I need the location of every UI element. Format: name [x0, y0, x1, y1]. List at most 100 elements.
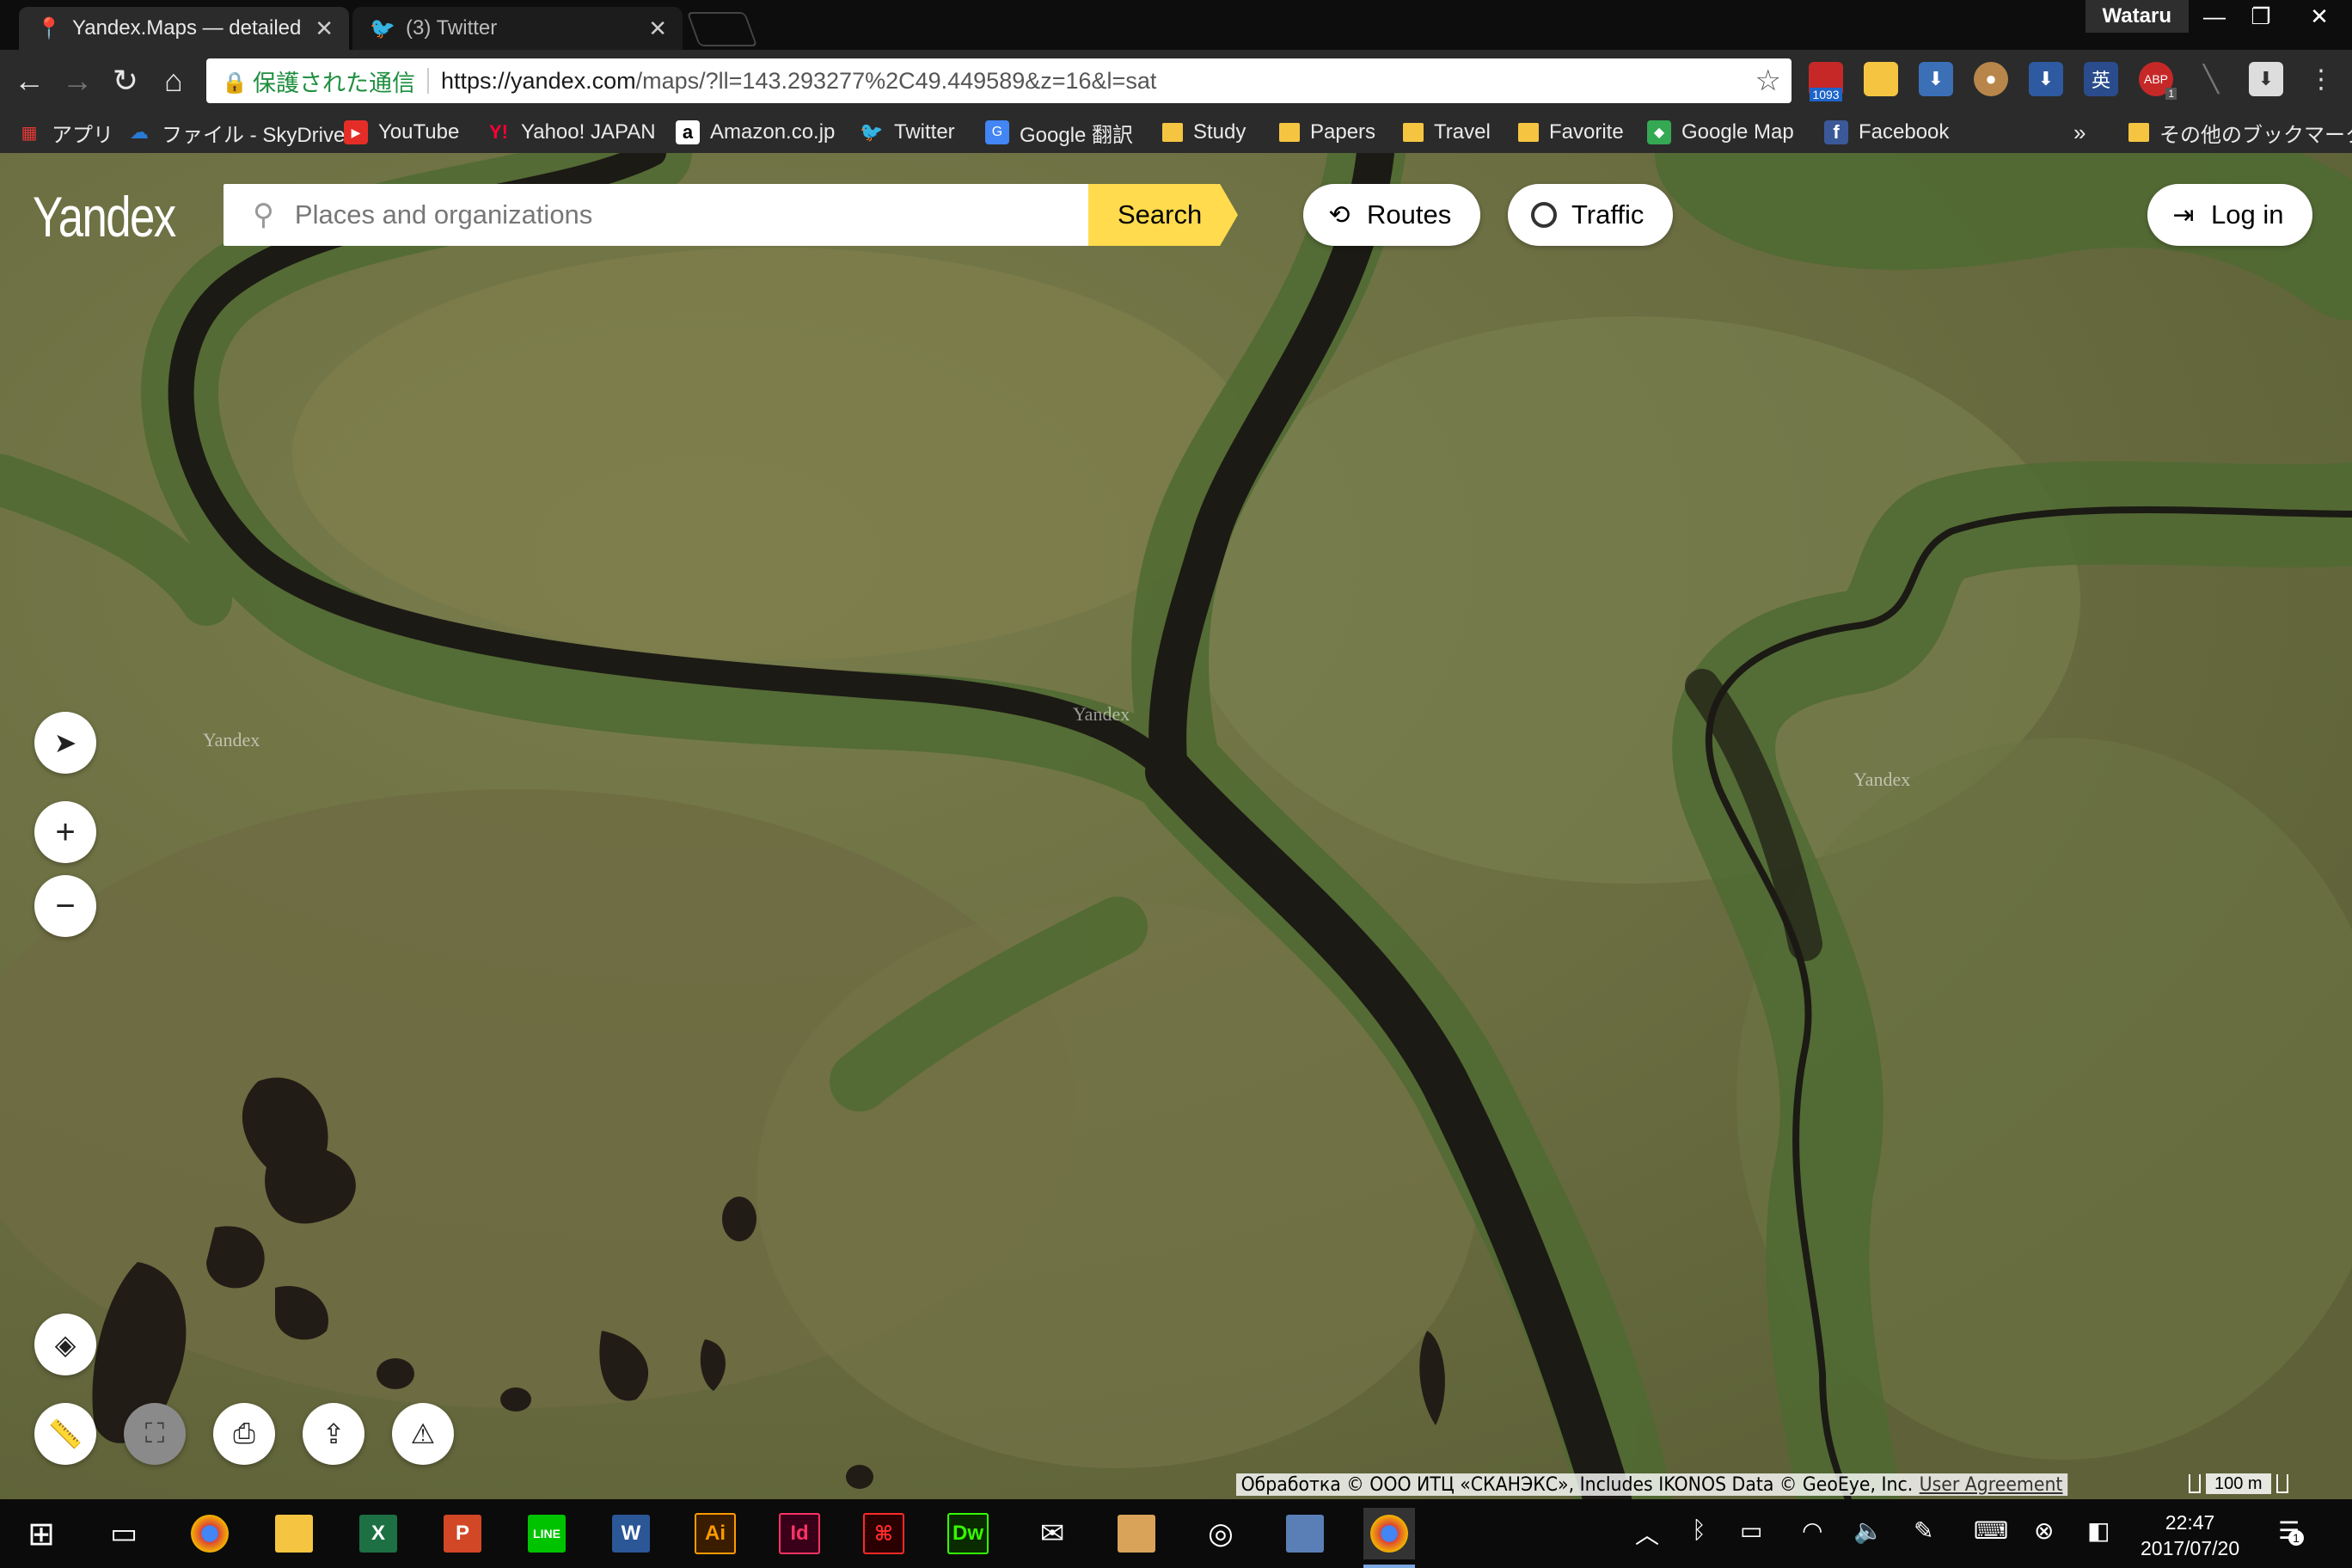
- tab-yandex-maps[interactable]: 📍 Yandex.Maps — detailed ✕: [19, 7, 349, 50]
- address-bar[interactable]: 🔒 保護された通信 https://yandex.com /maps/?ll=1…: [206, 58, 1792, 103]
- close-tab-icon[interactable]: ✕: [315, 15, 334, 42]
- forward-button[interactable]: →: [55, 58, 100, 103]
- search-box[interactable]: ⚲: [224, 184, 1088, 246]
- abp-badge: 1: [2165, 88, 2177, 100]
- action-icon[interactable]: ◧: [2087, 1516, 2110, 1545]
- facebook-icon: f: [1824, 120, 1848, 144]
- bookmark-folder-papers[interactable]: Papers: [1279, 117, 1375, 148]
- chrome-active-taskbar-icon[interactable]: [1363, 1508, 1415, 1568]
- search-button[interactable]: Search: [1088, 184, 1238, 246]
- ime-label: 英: [2091, 70, 2110, 91]
- close-circle-icon[interactable]: ⊗: [2034, 1516, 2054, 1545]
- bookmark-facebook[interactable]: f Facebook: [1824, 117, 1949, 148]
- slash-extension-icon[interactable]: ╲: [2194, 62, 2228, 96]
- indesign-taskbar-icon[interactable]: Id: [774, 1508, 825, 1559]
- login-button[interactable]: ⇥ Log in: [2147, 184, 2313, 246]
- show-hidden-icons-button[interactable]: ︿: [1635, 1516, 1659, 1551]
- restore-button[interactable]: ❐: [2239, 0, 2283, 33]
- pocket-extension-icon[interactable]: ⬇: [2249, 62, 2283, 96]
- acrobat-taskbar-icon[interactable]: ⌘: [858, 1508, 910, 1559]
- yandex-watermark: Yandex: [1853, 769, 1911, 790]
- cookie-extension-icon[interactable]: ●: [1974, 62, 2008, 96]
- bookmark-star-icon[interactable]: ☆: [1755, 64, 1781, 98]
- battery-icon[interactable]: ▭: [1740, 1516, 1762, 1545]
- ruler-button[interactable]: 📏: [34, 1403, 96, 1465]
- bookmark-apps[interactable]: ▦ アプリ: [17, 117, 113, 148]
- bookmark-youtube[interactable]: ▶ YouTube: [344, 117, 459, 148]
- browser-tab-strip: 📍 Yandex.Maps — detailed ✕ 🐦 (3) Twitter…: [0, 0, 2352, 50]
- minimize-button[interactable]: —: [2192, 0, 2237, 33]
- notification-count: 1: [2288, 1530, 2304, 1546]
- search-input[interactable]: [292, 199, 1053, 231]
- close-tab-icon[interactable]: ✕: [648, 15, 667, 42]
- login-icon: ⇥: [2172, 200, 2195, 230]
- bluetooth-icon[interactable]: ᛒ: [1692, 1516, 1706, 1544]
- satellite-imagery[interactable]: [0, 153, 2352, 1499]
- file-explorer-taskbar-icon[interactable]: [268, 1508, 320, 1559]
- secure-label: 保護された通信: [253, 70, 415, 96]
- network-taskbar-icon[interactable]: [1279, 1508, 1331, 1559]
- dreamweaver-taskbar-icon[interactable]: Dw: [942, 1508, 994, 1559]
- bookmark-twitter[interactable]: 🐦 Twitter: [860, 117, 954, 148]
- print-button[interactable]: ⎙: [213, 1403, 275, 1465]
- ime-extension-icon[interactable]: 英: [2084, 62, 2118, 96]
- word-taskbar-icon[interactable]: W: [605, 1508, 657, 1559]
- menu-icon[interactable]: ⋮: [2304, 62, 2338, 96]
- volume-icon[interactable]: 🔈: [1853, 1516, 1883, 1545]
- zoom-out-button[interactable]: −: [34, 875, 96, 937]
- report-error-button[interactable]: ⚠: [392, 1403, 454, 1465]
- traffic-button[interactable]: Traffic: [1508, 184, 1674, 246]
- folder-extension-icon[interactable]: [1864, 62, 1898, 96]
- download-extension-icon[interactable]: ⬇: [1919, 62, 1953, 96]
- bookmark-yahoo[interactable]: Y! Yahoo! JAPAN: [487, 117, 656, 148]
- bookmark-google-translate[interactable]: G Google 翻訳: [985, 117, 1133, 148]
- notification-center-icon[interactable]: ☰ 1: [2278, 1516, 2309, 1551]
- zoom-in-button[interactable]: +: [34, 801, 96, 863]
- bookmark-google-map[interactable]: ◆ Google Map: [1647, 117, 1794, 148]
- profile-button[interactable]: Wataru: [2085, 0, 2189, 33]
- tab-twitter[interactable]: 🐦 (3) Twitter ✕: [352, 7, 683, 50]
- map-viewport[interactable]: Yandex Yandex Yandex Yandex ⚲ Search ⟲ R…: [0, 153, 2352, 1499]
- apps-grid-icon: ▦: [21, 123, 38, 143]
- system-clock[interactable]: 22:47 2017/07/20: [2141, 1510, 2239, 1561]
- task-view-button[interactable]: ▭: [98, 1508, 150, 1559]
- layers-button[interactable]: ◈: [34, 1314, 96, 1375]
- yandex-logo[interactable]: Yandex: [33, 184, 176, 249]
- bookmark-folder-study[interactable]: Study: [1162, 117, 1246, 148]
- keyboard-icon[interactable]: ⌨: [1974, 1516, 2008, 1545]
- bookmark-folder-travel[interactable]: Travel: [1403, 117, 1491, 148]
- adblock-plus-icon[interactable]: ABP 1: [2139, 62, 2177, 100]
- reload-button[interactable]: ↻: [103, 58, 148, 103]
- photos-taskbar-icon[interactable]: [1111, 1508, 1162, 1559]
- chrome-taskbar-icon[interactable]: [184, 1508, 236, 1559]
- bookmark-folder-favorite[interactable]: Favorite: [1518, 117, 1624, 148]
- share-button[interactable]: ⇪: [303, 1403, 364, 1465]
- bookmark-amazon[interactable]: a Amazon.co.jp: [676, 117, 835, 148]
- lastpass-extension-icon[interactable]: 1093: [1809, 62, 1843, 101]
- geolocation-button[interactable]: ➤: [34, 712, 96, 774]
- groove-music-taskbar-icon[interactable]: ◎: [1195, 1508, 1246, 1559]
- panorama-button[interactable]: ⛶: [124, 1403, 186, 1465]
- bookmark-skydrive[interactable]: ☁ ファイル - SkyDrive: [127, 117, 345, 148]
- pen-icon[interactable]: ✎: [1914, 1516, 1933, 1545]
- user-agreement-link[interactable]: User Agreement: [1920, 1474, 2063, 1496]
- home-button[interactable]: ⌂: [151, 58, 196, 103]
- windows-taskbar: ⊞ ▭ X P LINE W Ai Id ⌘ Dw ✉ ◎ ︿ ᛒ ▭ ◠ 🔈 …: [0, 1499, 2352, 1568]
- back-button[interactable]: ←: [7, 58, 52, 103]
- tab-title: Yandex.Maps — detailed: [72, 16, 302, 40]
- start-button[interactable]: ⊞: [15, 1508, 67, 1559]
- excel-taskbar-icon[interactable]: X: [352, 1508, 404, 1559]
- map-copyright: Обработка © ООО ИТЦ «СКАНЭКС», Includes …: [1236, 1473, 2068, 1496]
- close-window-button[interactable]: ✕: [2297, 0, 2342, 33]
- line-taskbar-icon[interactable]: LINE: [521, 1508, 573, 1559]
- powerpoint-taskbar-icon[interactable]: P: [437, 1508, 488, 1559]
- routes-button[interactable]: ⟲ Routes: [1303, 184, 1481, 246]
- mail-taskbar-icon[interactable]: ✉: [1026, 1508, 1078, 1559]
- save-extension-icon[interactable]: ⬇: [2029, 62, 2063, 96]
- new-tab-button[interactable]: [686, 12, 758, 46]
- wifi-icon[interactable]: ◠: [1802, 1516, 1822, 1545]
- bookmark-other-bookmarks[interactable]: その他のブックマーク: [2128, 117, 2352, 148]
- login-label: Log in: [2211, 199, 2284, 230]
- bookmarks-overflow-button[interactable]: »: [2073, 117, 2086, 148]
- illustrator-taskbar-icon[interactable]: Ai: [689, 1508, 741, 1559]
